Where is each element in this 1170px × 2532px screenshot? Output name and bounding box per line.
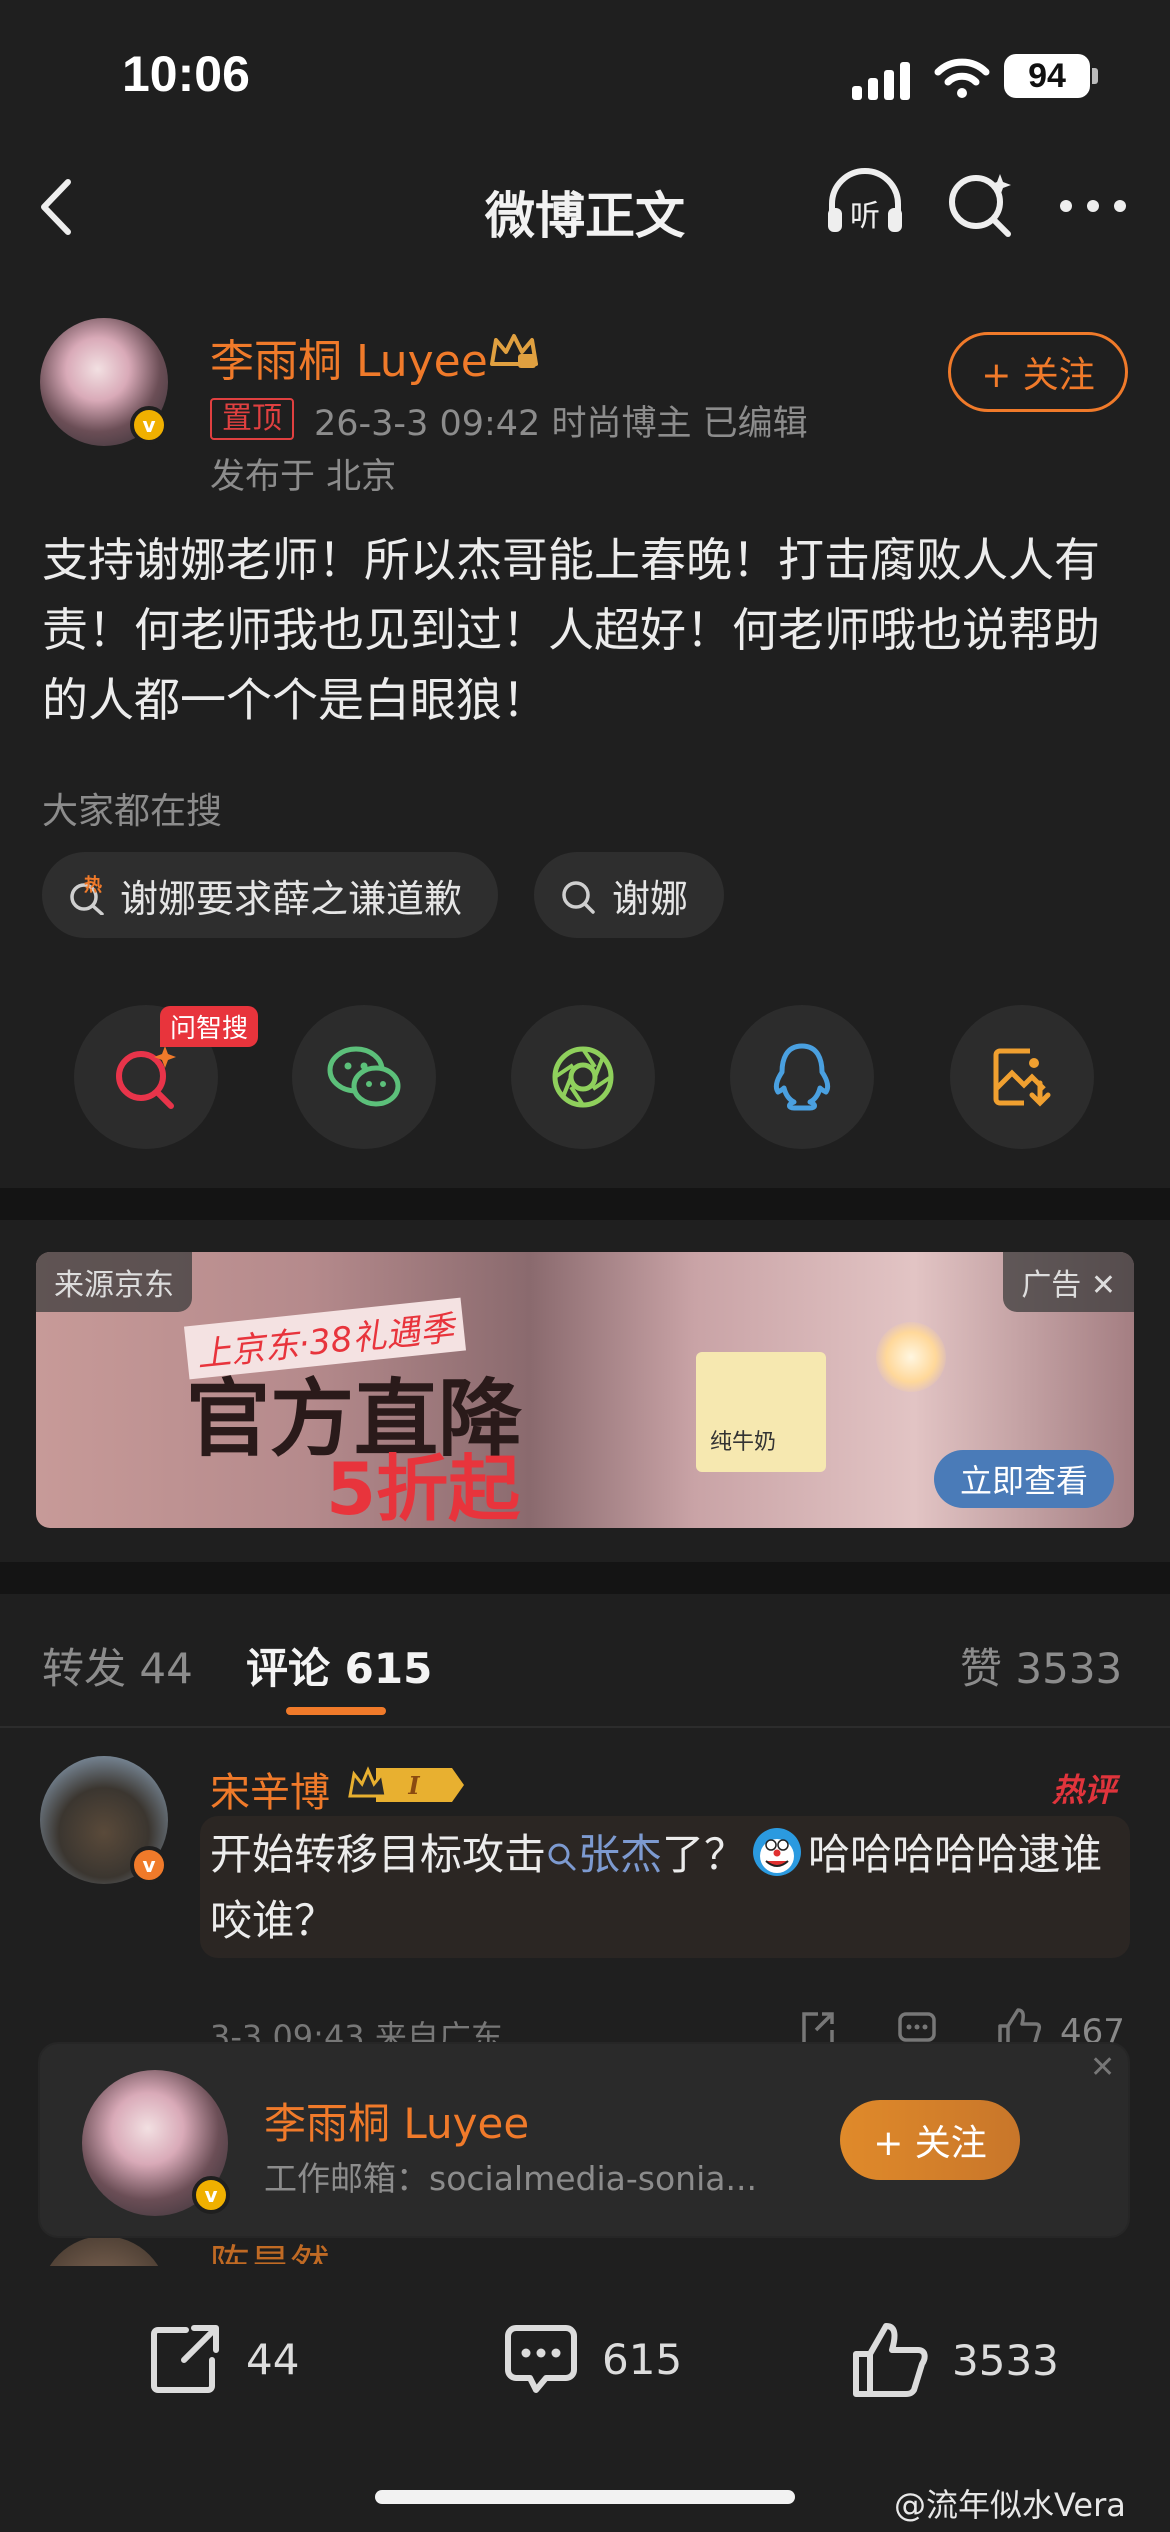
- comment-count: 615: [602, 2334, 683, 2384]
- hot-comment-label: 热评: [1052, 1771, 1117, 1809]
- tab-indicator: [286, 1707, 386, 1715]
- listen-icon[interactable]: 听: [824, 168, 906, 240]
- moments-icon: [552, 1046, 614, 1108]
- fan-level-badge: I: [348, 1766, 464, 1802]
- ad-close-tag[interactable]: 广告 ✕: [1003, 1252, 1134, 1312]
- ad-lamp: [876, 1322, 946, 1392]
- svg-text:I: I: [407, 1771, 420, 1800]
- search-icon: [562, 881, 595, 914]
- repost-button[interactable]: 44: [146, 2320, 299, 2398]
- ad-cta-button[interactable]: 立即查看: [934, 1450, 1114, 1508]
- section-divider: [0, 1188, 1170, 1220]
- comment-icon: [505, 2325, 577, 2393]
- comment-text: 开始转移目标攻击 张杰了？ 哈哈哈哈哈逮谁咬谁？: [210, 1822, 1130, 1954]
- repost-count: 44: [246, 2334, 300, 2384]
- like-button[interactable]: 3533: [850, 2320, 1059, 2400]
- follow-card-button[interactable]: + 关注: [840, 2100, 1020, 2180]
- verified-badge: v: [130, 1846, 168, 1884]
- tab-separator: [0, 1726, 1170, 1728]
- ad-banner[interactable]: 来源京东 广告 ✕ 上京东·38礼遇季 官方直降 5折起 纯牛奶 立即查看: [36, 1252, 1134, 1528]
- ai-search-icon: [116, 1046, 176, 1109]
- tab-repost[interactable]: 转发 44: [42, 1635, 193, 1696]
- wechat-icon: [327, 1046, 401, 1107]
- repost-icon: [151, 2325, 219, 2393]
- tab-like[interactable]: 赞 3533: [960, 1635, 1122, 1696]
- ai-search-icon[interactable]: [946, 168, 1016, 238]
- follow-card-email: 工作邮箱：socialmedia-sonia...: [264, 2159, 757, 2198]
- verified-badge: v: [130, 406, 168, 444]
- follow-card-name[interactable]: 李雨桐 Luyee: [264, 2090, 529, 2151]
- svg-text:听: 听: [850, 199, 880, 234]
- battery-tip: [1092, 68, 1098, 84]
- wifi-icon: [934, 58, 990, 98]
- like-count: 3533: [952, 2335, 1059, 2385]
- qq-icon: [773, 1043, 831, 1111]
- watermark: @流年似水Vera: [894, 2486, 1126, 2524]
- post-meta: 26-3-3 09:42 时尚博主 已编辑: [314, 404, 808, 444]
- more-icon[interactable]: [1058, 198, 1128, 214]
- section-divider: [0, 1562, 1170, 1594]
- commenter-name[interactable]: 陈昊然: [210, 2232, 330, 2264]
- save-image-button[interactable]: [950, 1005, 1094, 1149]
- topic-search-link[interactable]: 张杰: [546, 1830, 662, 1879]
- wechat-share-button[interactable]: [292, 1005, 436, 1149]
- qq-share-button[interactable]: [730, 1005, 874, 1149]
- search-chip[interactable]: 谢娜: [534, 852, 725, 938]
- post-location: 发布于 北京: [210, 457, 397, 497]
- search-chip[interactable]: 热 谢娜要求薛之谦道歉: [42, 852, 499, 938]
- status-time: 10:06: [122, 46, 250, 102]
- crown-icon: [490, 334, 538, 368]
- search-icon: [548, 1843, 576, 1871]
- svg-text:热: 热: [84, 875, 102, 896]
- ad-discount: 5折起: [326, 1447, 521, 1528]
- ad-product-box: 纯牛奶: [696, 1352, 826, 1472]
- ad-source: 来源京东: [36, 1252, 192, 1312]
- follow-button[interactable]: + 关注: [948, 332, 1128, 412]
- tab-comment[interactable]: 评论 615: [246, 1635, 432, 1696]
- commenter-name[interactable]: 宋辛博: [210, 1760, 330, 1818]
- home-indicator[interactable]: [375, 2490, 795, 2504]
- cellular-signal-icon: [852, 58, 912, 100]
- search-hint: 大家都在搜: [42, 791, 223, 832]
- moments-share-button[interactable]: [511, 1005, 655, 1149]
- ai-search-tag: 问智搜: [160, 1006, 259, 1047]
- pinned-label: 置顶: [210, 398, 294, 440]
- comment-button[interactable]: 615: [502, 2320, 682, 2398]
- battery-indicator: 94: [1004, 54, 1090, 98]
- like-icon: [853, 2323, 928, 2397]
- search-chip-label: 谢娜: [612, 876, 689, 921]
- save-image-icon: [993, 1048, 1051, 1107]
- close-icon[interactable]: ✕: [1090, 2050, 1115, 2085]
- author-name[interactable]: 李雨桐 Luyee: [210, 325, 488, 389]
- search-chip-label: 谢娜要求薛之谦道歉: [120, 876, 463, 921]
- hot-search-icon: 热: [70, 875, 104, 915]
- post-content: 支持谢娜老师！所以杰哥能上春晚！打击腐败人人有责！何老师我也见到过！人超好！何老…: [42, 533, 1100, 727]
- doraemon-emoji-icon: [753, 1828, 802, 1876]
- verified-badge: v: [192, 2176, 230, 2214]
